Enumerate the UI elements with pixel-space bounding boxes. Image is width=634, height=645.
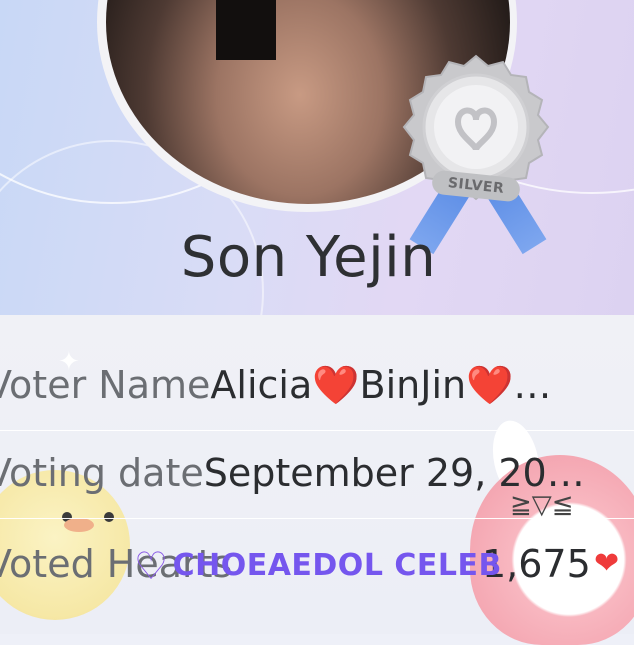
voter-name-value: Alicia❤️BinJin❤️…: [210, 363, 552, 407]
voter-name-label: Voter Name: [0, 363, 211, 407]
divider: [0, 430, 634, 431]
voter-name-row: Voter NameAlicia❤️BinJin❤️…: [0, 345, 634, 425]
watermark: ♡ CHOEAEDOL CELEB: [134, 544, 502, 588]
profile-header: SILVER Son Yejin: [0, 0, 634, 315]
heart-icon: ❤: [594, 546, 620, 581]
voting-date-row: Voting dateSeptember 29, 20…: [0, 433, 634, 513]
chick-eye: [104, 512, 114, 522]
voting-date-value: September 29, 20…: [203, 451, 585, 495]
divider: [0, 518, 634, 519]
avatar-hair: [216, 0, 276, 60]
watermark-text: CHOEAEDOL CELEB: [172, 548, 502, 583]
voting-date-label: Voting date: [0, 451, 204, 495]
celebrity-name: Son Yejin: [180, 225, 437, 290]
choeaedol-logo-icon: ♡: [134, 544, 169, 588]
silver-badge: SILVER: [398, 52, 558, 255]
